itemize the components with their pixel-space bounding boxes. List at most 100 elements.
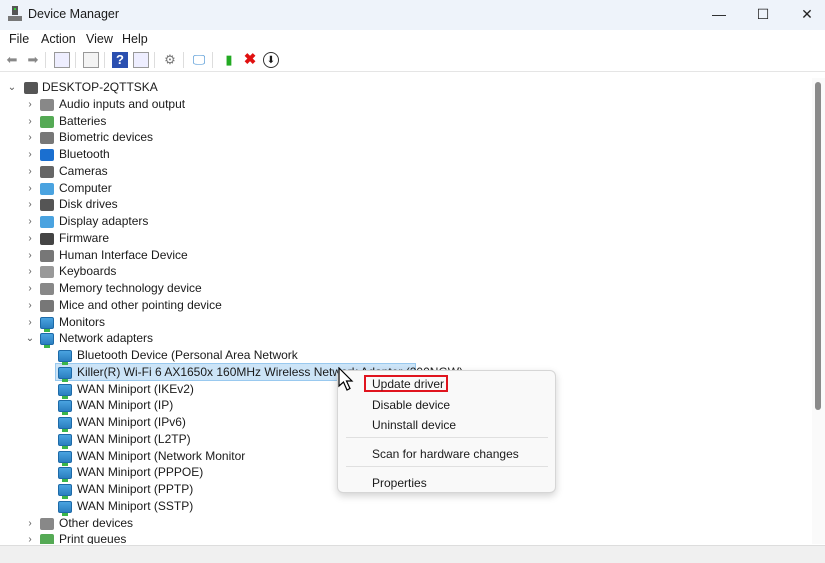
menu-action[interactable]: Action (41, 32, 76, 46)
tree-item-label: Keyboards (59, 264, 117, 279)
tree-item-label: Human Interface Device (59, 247, 188, 262)
device-category-icon (40, 534, 54, 544)
vertical-scrollbar[interactable] (812, 78, 825, 544)
disable-device-icon[interactable]: ⬇ (263, 52, 279, 68)
tree-item-label: Network adapters (59, 331, 154, 346)
network-adapter-icon (58, 383, 72, 399)
menu-item-disable-device[interactable]: Disable device (372, 398, 450, 412)
chevron-right-icon[interactable]: › (25, 146, 35, 163)
properties-icon[interactable] (83, 52, 99, 68)
menu-bar: File Action View Help (0, 30, 825, 48)
network-adapter-icon (58, 450, 72, 466)
maximize-button[interactable]: ☐ (741, 0, 785, 28)
tree-item-label: Disk drives (59, 197, 118, 212)
uninstall-icon[interactable]: ✖ (242, 52, 258, 68)
tree-item-label: Bluetooth Device (Personal Area Network (77, 348, 298, 362)
network-adapter-icon (58, 467, 72, 483)
device-manager-icon (8, 6, 22, 22)
toolbar-separator (154, 52, 155, 68)
menu-item-properties[interactable]: Properties (372, 476, 427, 490)
device-category-icon (24, 82, 38, 94)
chevron-right-icon[interactable]: › (25, 163, 35, 180)
scrollbar-thumb[interactable] (815, 82, 821, 410)
network-adapter-icon (58, 417, 72, 432)
tree-item-label: Display adapters (59, 214, 149, 228)
chevron-right-icon[interactable]: › (25, 180, 35, 197)
tree-item-label: Firmware (59, 230, 109, 245)
tree-item-label: WAN Miniport (PPTP) (77, 482, 194, 496)
tree-item-label: WAN Miniport (IKEv2) (77, 381, 194, 396)
tree-item-label: DESKTOP-2QTTSKA (42, 80, 158, 94)
toolbar-separator (104, 52, 105, 68)
menu-item-scan-hardware[interactable]: Scan for hardware changes (372, 447, 519, 461)
chevron-right-icon[interactable]: › (25, 297, 35, 314)
chevron-right-icon[interactable]: › (25, 129, 35, 146)
device-category-icon (40, 132, 54, 145)
action-pane-icon[interactable] (133, 52, 149, 68)
chevron-right-icon[interactable]: › (25, 314, 35, 331)
tree-item-label: WAN Miniport (L2TP) (77, 431, 191, 446)
tree-item-label: WAN Miniport (Network Monitor (77, 448, 246, 463)
chevron-right-icon[interactable]: › (25, 280, 35, 297)
chevron-right-icon[interactable]: › (25, 213, 35, 230)
toolbar-separator (183, 52, 184, 68)
tree-item-label: Print queues (59, 532, 127, 544)
help-icon[interactable]: ? (112, 52, 128, 68)
toolbar-separator (45, 52, 46, 68)
menu-item-uninstall-device[interactable]: Uninstall device (372, 418, 456, 432)
window-title: Device Manager (28, 7, 120, 21)
mouse-cursor-icon (338, 367, 354, 391)
device-category-icon (40, 333, 54, 349)
tree-item-label: WAN Miniport (SSTP) (77, 498, 194, 513)
tree-item-label: WAN Miniport (IPv6) (77, 415, 186, 429)
menu-help[interactable]: Help (122, 32, 148, 46)
device-category-icon (40, 517, 54, 530)
show-hide-console-tree-icon[interactable] (54, 52, 70, 68)
chevron-right-icon[interactable]: › (25, 96, 35, 113)
tree-item-label: Computer (59, 180, 112, 195)
back-icon[interactable]: ⬅ (4, 52, 20, 68)
toolbar-separator (75, 52, 76, 68)
toolbar: ⬅ ➡ ? ⚙ 🖵 ▮ ✖ ⬇ (0, 48, 825, 72)
network-adapter-icon (58, 500, 72, 516)
device-category-icon (40, 232, 54, 245)
device-category-icon (40, 199, 54, 212)
toolbar-separator (212, 52, 213, 68)
scan-hardware-icon[interactable]: 🖵 (191, 52, 207, 68)
update-driver-icon[interactable]: ⚙ (162, 52, 178, 68)
chevron-right-icon[interactable]: › (25, 263, 35, 280)
forward-icon[interactable]: ➡ (25, 52, 41, 68)
chevron-down-icon[interactable]: ⌄ (7, 79, 17, 96)
tree-item-label: Mice and other pointing device (59, 297, 222, 312)
device-category-icon (40, 216, 54, 228)
network-adapter-icon (58, 350, 72, 365)
close-button[interactable]: ✕ (785, 0, 825, 28)
menu-separator (346, 466, 548, 467)
chevron-right-icon[interactable]: › (25, 230, 35, 247)
enable-device-icon[interactable]: ▮ (221, 52, 237, 68)
device-category-icon (40, 283, 54, 295)
tree-item-label: WAN Miniport (PPPOE) (77, 465, 204, 480)
device-category-icon (40, 266, 54, 279)
chevron-right-icon[interactable]: › (25, 247, 35, 264)
title-bar: Device Manager — ☐ ✕ (0, 0, 825, 30)
menu-view[interactable]: View (86, 32, 113, 46)
chevron-right-icon[interactable]: › (25, 113, 35, 130)
menu-file[interactable]: File (9, 32, 29, 46)
minimize-button[interactable]: — (697, 0, 741, 28)
device-category-icon (40, 98, 54, 111)
chevron-right-icon[interactable]: › (25, 531, 35, 544)
device-category-icon (40, 182, 54, 195)
tree-item-label: Biometric devices (59, 130, 154, 145)
tree-item-label: Monitors (59, 314, 106, 329)
network-adapter-icon (58, 366, 72, 382)
network-adapter-icon (58, 400, 72, 416)
menu-item-update-driver[interactable]: Update driver (372, 377, 444, 391)
device-category-icon (40, 165, 54, 178)
chevron-down-icon[interactable]: ⌄ (25, 330, 35, 347)
chevron-right-icon[interactable]: › (25, 515, 35, 532)
tree-item-label: Audio inputs and output (59, 96, 186, 111)
chevron-right-icon[interactable]: › (25, 196, 35, 213)
device-category-icon (40, 299, 54, 312)
tree-item-label: Bluetooth (59, 147, 110, 161)
